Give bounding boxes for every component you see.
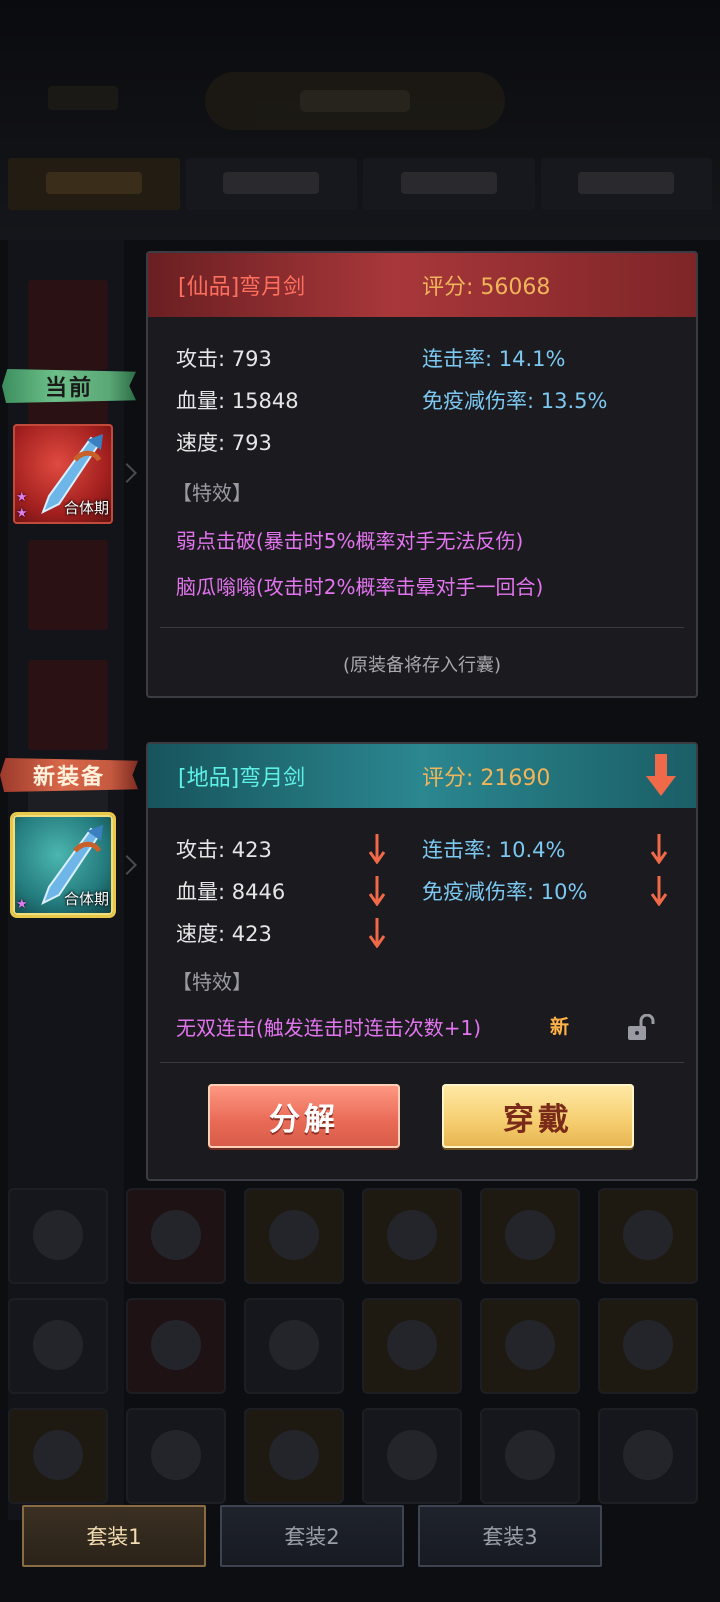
down-arrow-icon: [650, 834, 668, 864]
effect-line: 无双连击(触发连击时连击次数+1): [176, 1016, 482, 1040]
new-item-icon[interactable]: ★ 合体期: [13, 815, 113, 915]
new-item-panel: [地品]弯月剑 评分: 21690 攻击: 423 血量: 8446 速度: 4…: [146, 742, 698, 1181]
background-title-plate: [205, 72, 505, 130]
stat-speed: 速度: 423: [176, 922, 272, 946]
new-item-name: [地品]弯月剑: [178, 766, 306, 791]
background-inventory-grid: [8, 1188, 712, 1504]
down-arrow-icon: [368, 918, 386, 948]
background-back-button: [48, 86, 118, 110]
tab-set-3[interactable]: 套装3: [418, 1505, 602, 1567]
equip-button[interactable]: 穿戴: [442, 1084, 634, 1148]
current-item-name: [仙品]弯月剑: [178, 275, 306, 300]
current-item-header: [仙品]弯月剑 评分: 56068: [148, 253, 696, 317]
stat-combo-rate: 连击率: 10.4%: [422, 838, 566, 862]
stat-hp: 血量: 8446: [176, 880, 286, 904]
set-tab-bar: 套装1 套装2 套装3: [0, 1505, 720, 1575]
effect-line: 弱点击破(暴击时5%概率对手无法反伤): [176, 529, 524, 553]
decompose-button[interactable]: 分解: [208, 1084, 400, 1148]
new-item-header: [地品]弯月剑 评分: 21690: [148, 744, 696, 808]
tab-set-2[interactable]: 套装2: [220, 1505, 404, 1567]
stat-combo-rate: 连击率: 14.1%: [422, 347, 566, 371]
new-item-tier: 合体期: [63, 890, 109, 908]
current-item-score: 评分: 56068: [422, 275, 551, 300]
stat-immune-reduction: 免疫减伤率: 13.5%: [422, 389, 608, 413]
down-arrow-icon: [368, 834, 386, 864]
down-arrow-icon: [650, 876, 668, 906]
stat-speed: 速度: 793: [176, 431, 272, 455]
new-equipment-label: 新装备: [0, 758, 138, 792]
effect-line: 脑瓜嗡嗡(攻击时2%概率击晕对手一回合): [176, 575, 544, 599]
new-effect-badge: 新: [550, 1016, 570, 1038]
background-tab-row: [8, 158, 712, 210]
current-item-icon[interactable]: ★ ★ 合体期: [13, 424, 113, 524]
unlock-icon[interactable]: [626, 1014, 658, 1042]
current-item-panel: [仙品]弯月剑 评分: 56068 攻击: 793 血量: 15848 速度: …: [146, 251, 698, 698]
down-arrow-icon: [646, 754, 676, 796]
star-icon: ★: [16, 506, 28, 521]
effects-header: 【特效】: [172, 481, 252, 505]
current-label: 当前: [2, 369, 136, 403]
star-icon: ★: [16, 897, 28, 912]
divider: [160, 1062, 684, 1063]
new-item-score: 评分: 21690: [422, 766, 551, 791]
current-item-tier: 合体期: [63, 499, 109, 517]
effects-header: 【特效】: [172, 970, 252, 994]
stat-attack: 攻击: 793: [176, 347, 272, 371]
down-arrow-icon: [368, 876, 386, 906]
star-icon: ★: [16, 490, 28, 505]
divider: [160, 627, 684, 628]
stat-immune-reduction: 免疫减伤率: 10%: [422, 880, 588, 904]
storage-note: (原装备将存入行囊): [342, 655, 502, 676]
stat-attack: 攻击: 423: [176, 838, 272, 862]
tab-set-1[interactable]: 套装1: [22, 1505, 206, 1567]
stat-hp: 血量: 15848: [176, 389, 299, 413]
